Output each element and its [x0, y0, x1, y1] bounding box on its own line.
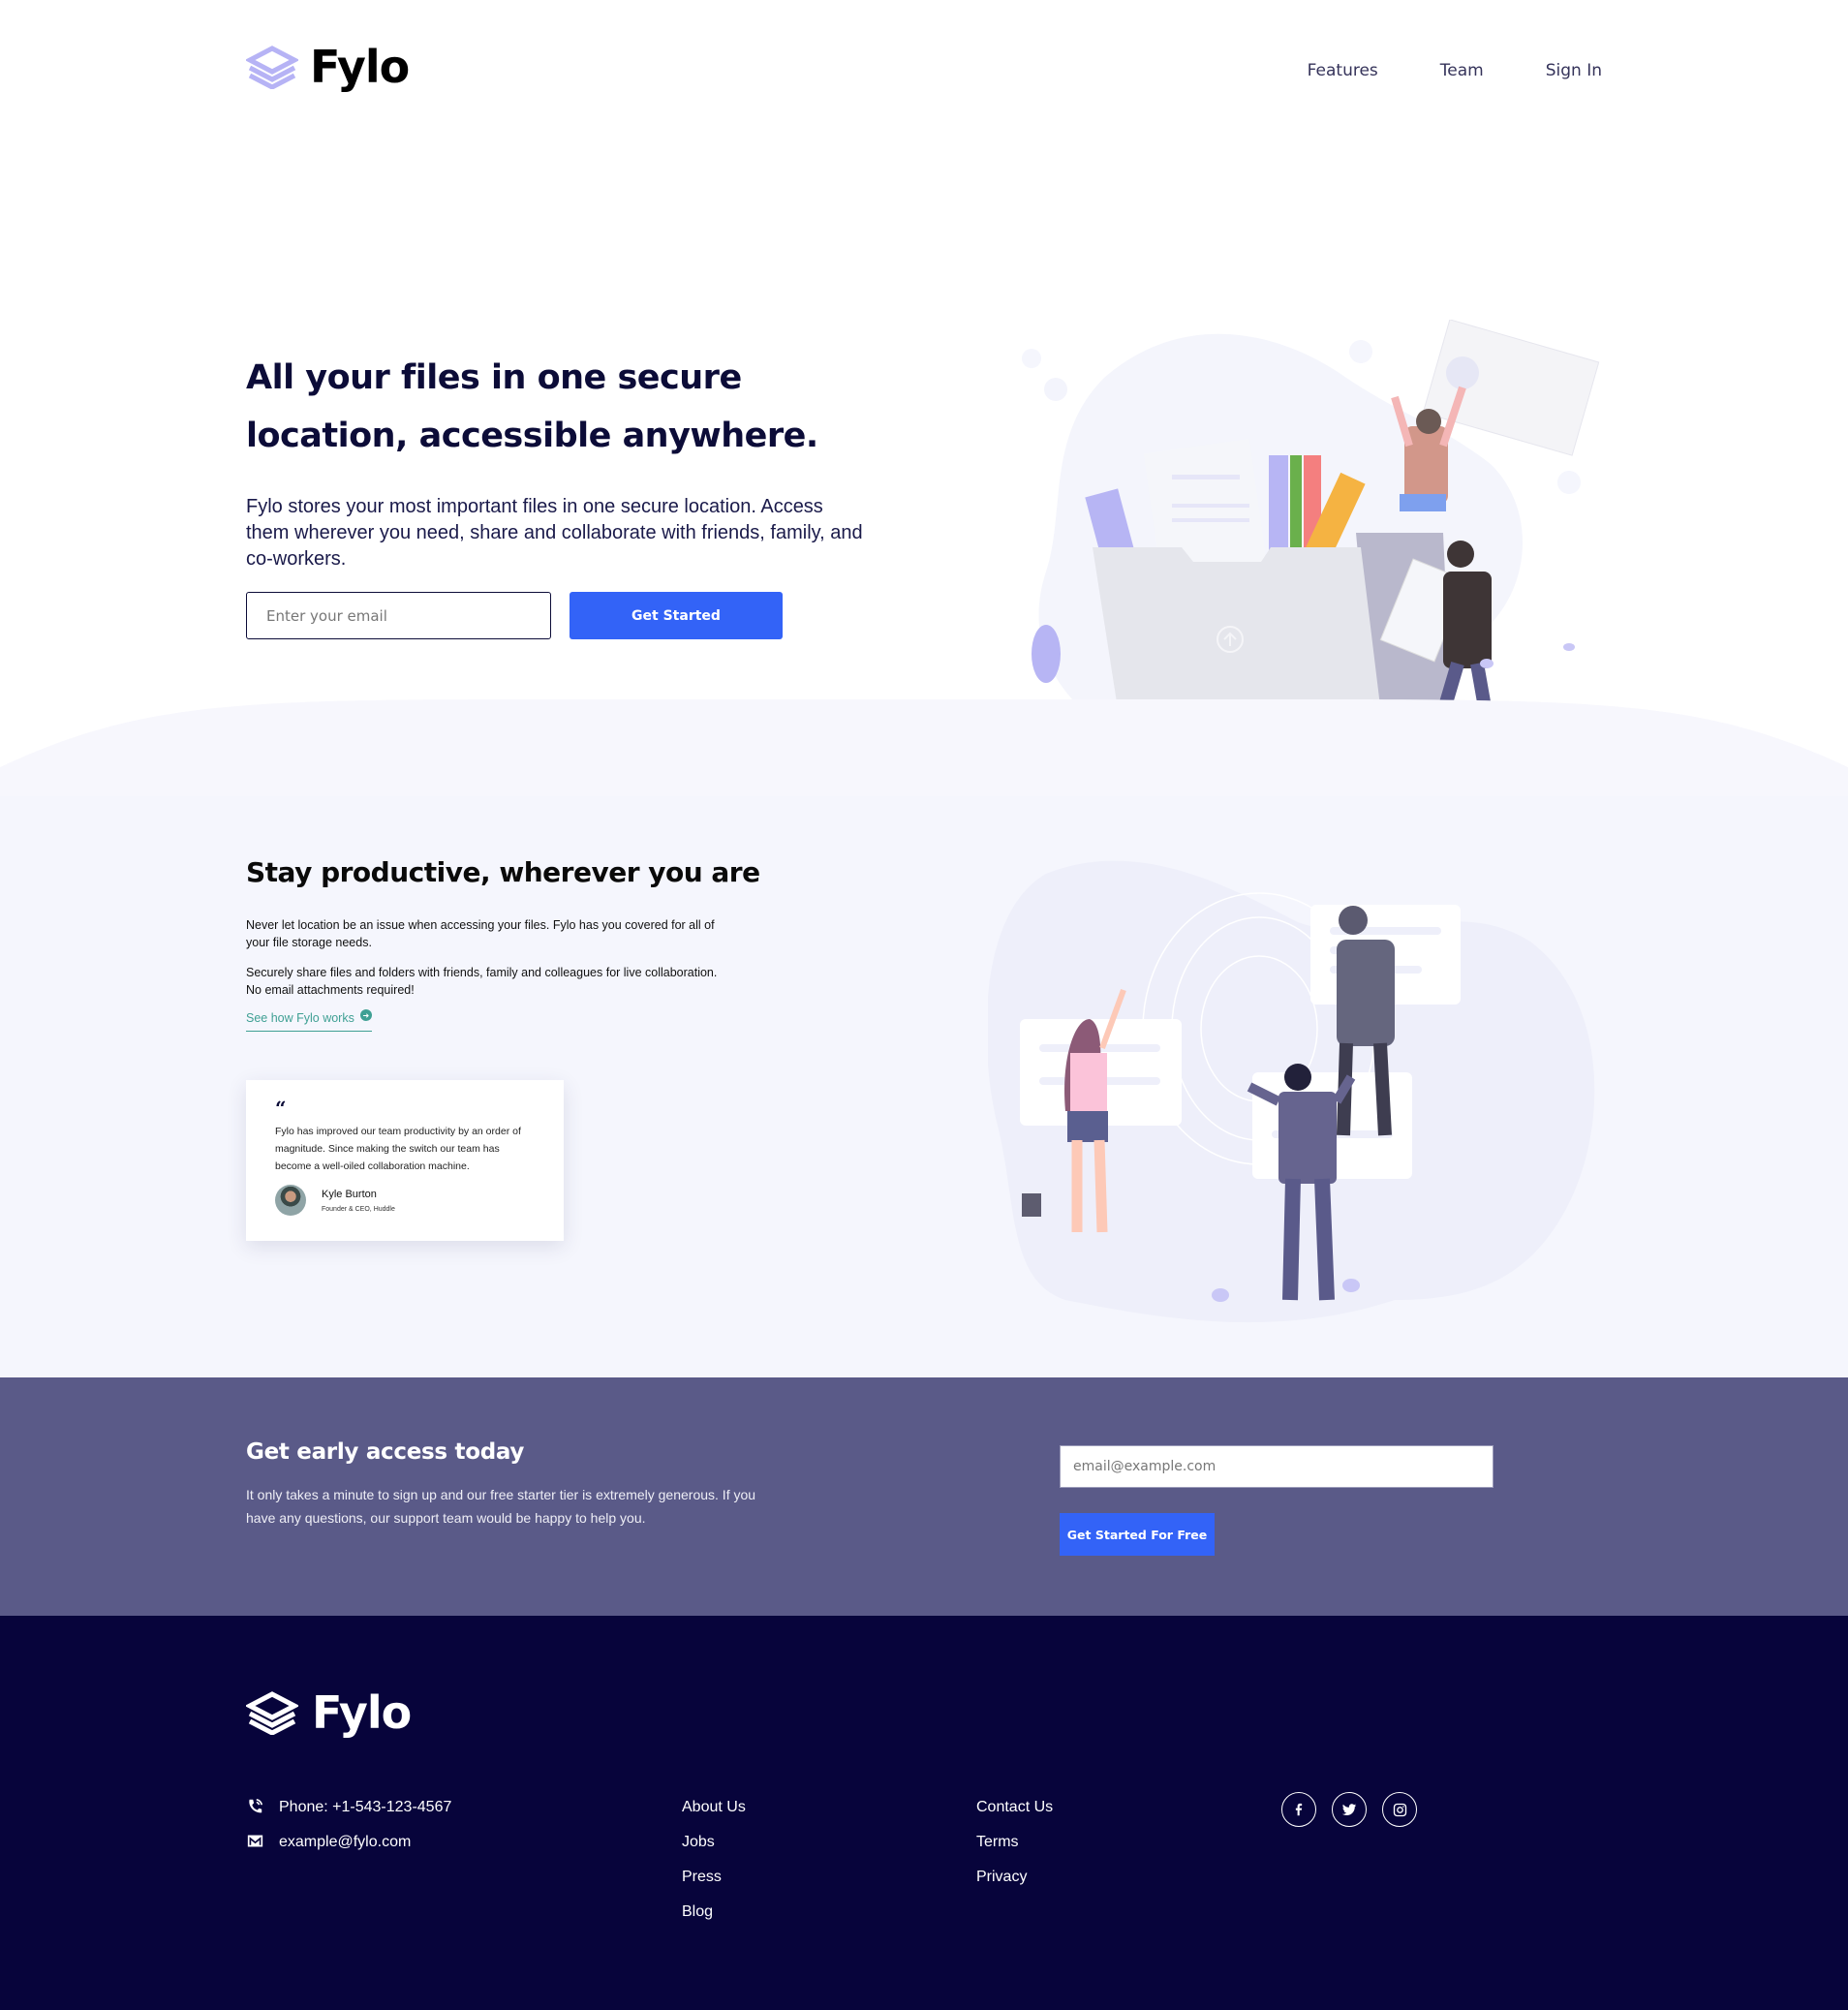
footer-link-about-us[interactable]: About Us	[682, 1790, 746, 1825]
stacked-layers-icon	[246, 46, 298, 89]
footer-link-press[interactable]: Press	[682, 1860, 746, 1895]
footer-links-col-1: About Us Jobs Press Blog	[682, 1790, 746, 1930]
footer-contact: Phone: +1-543-123-4567 example@fylo.com	[246, 1790, 451, 1860]
main-nav: Features Team Sign In	[1308, 61, 1602, 80]
early-access-title: Get early access today	[246, 1439, 525, 1465]
testimonial-author: Kyle Burton Founder & CEO, Huddle	[275, 1185, 535, 1216]
hero-title: All your files in one secure location, a…	[246, 358, 818, 455]
hero-section: All your files in one secure location, a…	[0, 145, 1848, 759]
nav-sign-in[interactable]: Sign In	[1546, 61, 1602, 80]
early-access-section: Get early access today It only takes a m…	[0, 1377, 1848, 1616]
footer-links-col-2: Contact Us Terms Privacy	[976, 1790, 1053, 1895]
arrow-circle-icon: ➜	[359, 1009, 372, 1021]
productive-paragraph: Never let location be an issue when acce…	[246, 918, 715, 949]
get-started-button[interactable]: Get Started	[570, 592, 783, 639]
brand-name: Fylo	[310, 41, 410, 93]
instagram-icon[interactable]	[1382, 1792, 1417, 1827]
hero-signup-form: Get Started	[246, 592, 783, 639]
footer-brand-name: Fylo	[312, 1686, 412, 1739]
author-role: Founder & CEO, Huddle	[322, 1205, 395, 1213]
people-holding-chat-bubbles-illustration	[988, 860, 1595, 1323]
footer-phone: Phone: +1-543-123-4567	[246, 1790, 451, 1825]
section-curve-divider	[0, 699, 1848, 796]
productive-paragraph: Securely share files and folders with fr…	[246, 966, 718, 997]
nav-features[interactable]: Features	[1308, 61, 1378, 80]
site-footer: Fylo Phone: +1-543-123-4567 example@fylo…	[0, 1616, 1848, 2010]
hero-description: Fylo stores your most important files in…	[246, 496, 863, 570]
testimonial-quote: Fylo has improved our team productivity …	[275, 1126, 521, 1172]
footer-link-contact-us[interactable]: Contact Us	[976, 1790, 1053, 1825]
footer-email: example@fylo.com	[246, 1825, 451, 1860]
early-access-email-input[interactable]	[1060, 1445, 1494, 1488]
social-links	[1281, 1792, 1417, 1827]
footer-email-text[interactable]: example@fylo.com	[279, 1834, 411, 1851]
facebook-icon[interactable]	[1281, 1792, 1316, 1827]
productive-title: Stay productive, wherever you are	[246, 856, 760, 888]
stacked-layers-icon	[246, 1691, 298, 1735]
brand-logo[interactable]: Fylo	[246, 41, 410, 93]
phone-icon	[246, 1798, 265, 1817]
see-how-label: See how Fylo works	[246, 1011, 354, 1025]
testimonial-card: “ Fylo has improved our team productivit…	[246, 1080, 564, 1241]
avatar	[275, 1185, 306, 1216]
footer-link-terms[interactable]: Terms	[976, 1825, 1053, 1860]
productive-section: Stay productive, wherever you are Never …	[0, 796, 1848, 1377]
footer-link-privacy[interactable]: Privacy	[976, 1860, 1053, 1895]
quote-icon: “	[275, 1097, 287, 1120]
footer-link-jobs[interactable]: Jobs	[682, 1825, 746, 1860]
see-how-fylo-works-link[interactable]: See how Fylo works ➜	[246, 1009, 372, 1032]
twitter-icon[interactable]	[1332, 1792, 1367, 1827]
site-header: Fylo Features Team Sign In	[0, 0, 1848, 145]
footer-brand-logo[interactable]: Fylo	[246, 1686, 412, 1739]
nav-team[interactable]: Team	[1440, 61, 1484, 80]
footer-link-blog[interactable]: Blog	[682, 1895, 746, 1930]
get-started-free-button[interactable]: Get Started For Free	[1060, 1513, 1215, 1556]
early-access-description: It only takes a minute to sign up and ou…	[246, 1487, 756, 1526]
hero-email-input[interactable]	[246, 592, 551, 639]
email-icon	[246, 1833, 265, 1852]
footer-phone-text: Phone: +1-543-123-4567	[279, 1799, 452, 1815]
author-name: Kyle Burton	[322, 1188, 377, 1200]
